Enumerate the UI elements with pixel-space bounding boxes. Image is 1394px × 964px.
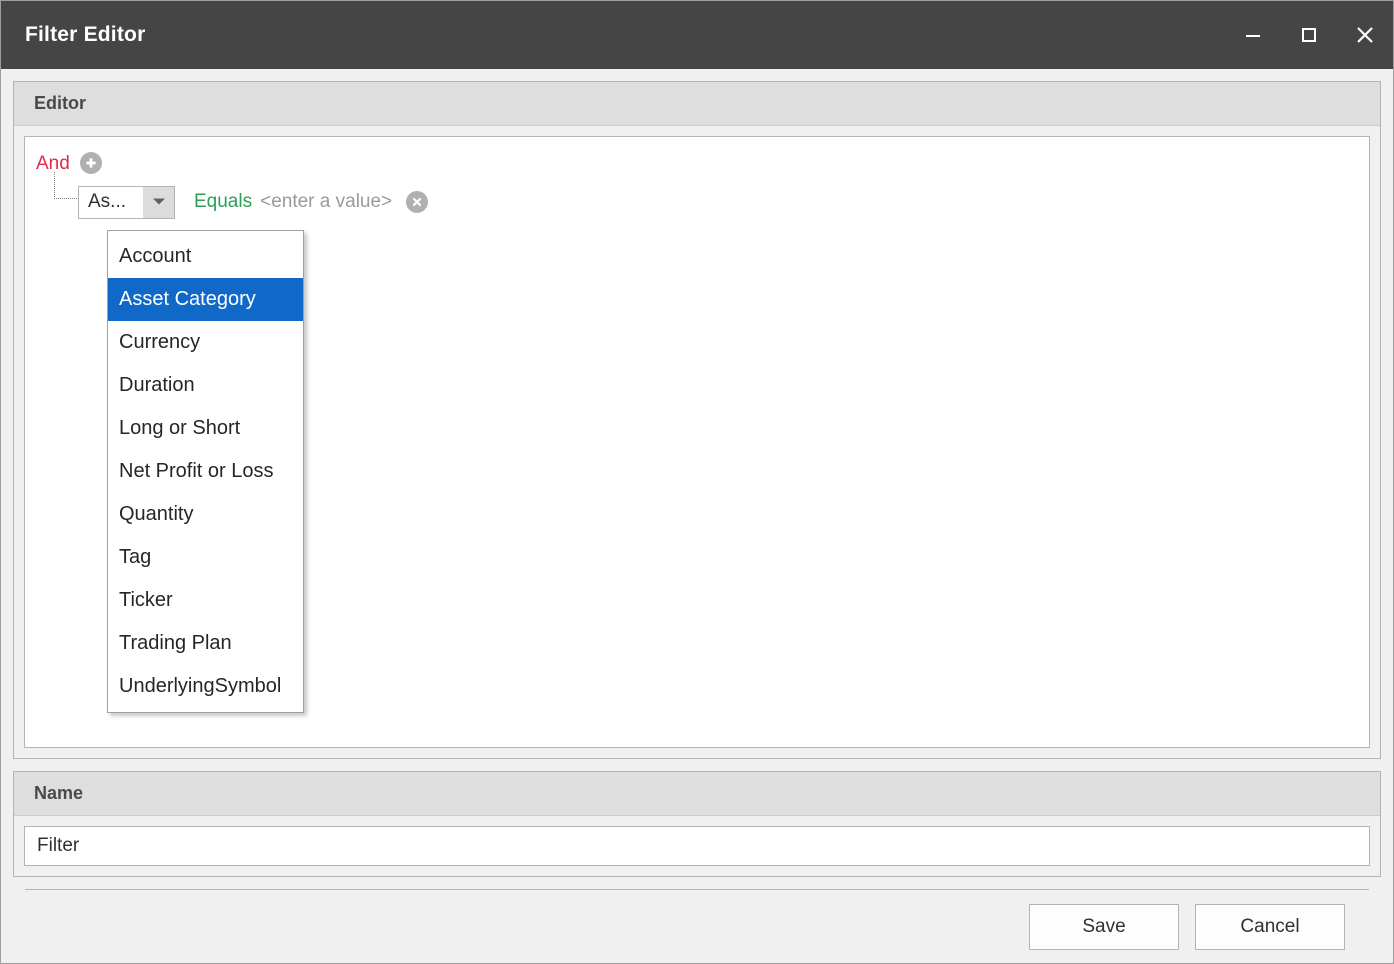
dropdown-item-underlyingsymbol[interactable]: UnderlyingSymbol — [108, 665, 303, 708]
maximize-button[interactable] — [1281, 1, 1337, 69]
editor-group-content: And As... Equals <enter a value> Account… — [14, 126, 1380, 758]
dropdown-item-ticker[interactable]: Ticker — [108, 579, 303, 622]
dropdown-item-net-profit-or-loss[interactable]: Net Profit or Loss — [108, 450, 303, 493]
field-dropdown-list[interactable]: Account Asset Category Currency Duration… — [107, 230, 304, 713]
dropdown-item-duration[interactable]: Duration — [108, 364, 303, 407]
window-title: Filter Editor — [25, 23, 146, 46]
title-bar: Filter Editor — [1, 1, 1393, 69]
condition-value-placeholder[interactable]: <enter a value> — [260, 191, 392, 213]
filter-editor-window: Filter Editor Editor And As... Equals <e… — [0, 0, 1394, 964]
name-group-title: Name — [34, 783, 84, 803]
dropdown-item-quantity[interactable]: Quantity — [108, 493, 303, 536]
filter-condition-row: As... Equals <enter a value> — [25, 172, 1369, 219]
editor-group-header: Editor — [14, 82, 1380, 126]
field-combobox-value[interactable]: As... — [79, 186, 143, 218]
chevron-down-icon — [152, 193, 166, 211]
condition-operator-label[interactable]: Equals — [194, 191, 252, 213]
dropdown-item-currency[interactable]: Currency — [108, 321, 303, 364]
dropdown-item-long-or-short[interactable]: Long or Short — [108, 407, 303, 450]
name-group-header: Name — [14, 772, 1380, 816]
close-button[interactable] — [1337, 1, 1393, 69]
name-group: Name — [13, 771, 1381, 877]
cancel-button[interactable]: Cancel — [1195, 903, 1345, 950]
filter-tree-surface[interactable]: And As... Equals <enter a value> Account… — [24, 136, 1370, 748]
group-operator-label[interactable]: And — [36, 154, 70, 173]
remove-circle-icon[interactable] — [406, 191, 429, 213]
editor-group-title: Editor — [34, 93, 86, 113]
filter-group-row: And — [25, 149, 1369, 177]
field-combobox[interactable]: As... — [78, 185, 175, 219]
minimize-button[interactable] — [1225, 1, 1281, 69]
dropdown-item-account[interactable]: Account — [108, 235, 303, 278]
dropdown-item-trading-plan[interactable]: Trading Plan — [108, 622, 303, 665]
dropdown-item-asset-category[interactable]: Asset Category — [108, 278, 303, 321]
dropdown-item-tag[interactable]: Tag — [108, 536, 303, 579]
filter-name-input[interactable] — [24, 826, 1370, 866]
dialog-footer: Save Cancel — [25, 889, 1369, 963]
name-group-content — [14, 816, 1380, 876]
dialog-body: Editor And As... Equals <enter a value> … — [1, 69, 1393, 963]
field-combobox-dropdown-button[interactable] — [143, 186, 174, 218]
close-icon — [1353, 23, 1377, 47]
plus-circle-icon[interactable] — [79, 152, 102, 174]
editor-group: Editor And As... Equals <enter a value> … — [13, 81, 1381, 759]
maximize-icon — [1298, 24, 1320, 46]
minimize-icon — [1242, 24, 1264, 46]
save-button[interactable]: Save — [1029, 903, 1179, 950]
window-controls — [1225, 1, 1393, 69]
